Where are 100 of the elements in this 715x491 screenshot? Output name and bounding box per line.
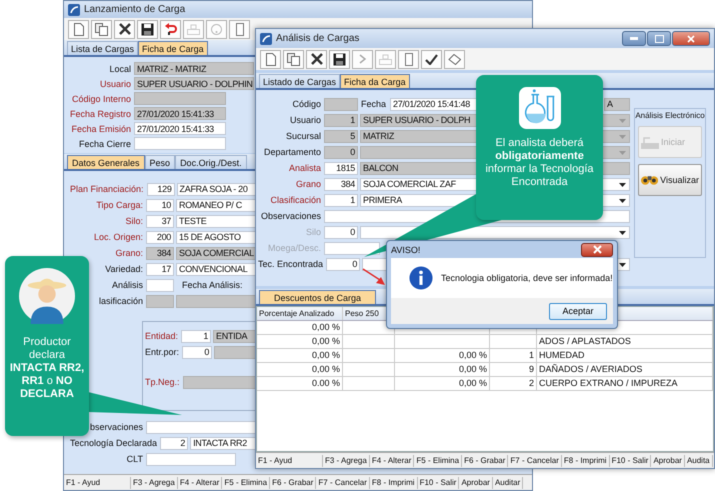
close-icon xyxy=(687,34,695,42)
input-field[interactable]: 5 xyxy=(324,130,358,142)
input-field[interactable]: 17 xyxy=(146,262,174,276)
input-field[interactable]: 0 xyxy=(324,146,358,158)
input-field[interactable]: 2 xyxy=(160,436,188,450)
toolbar-button[interactable] xyxy=(137,20,158,38)
page-icon xyxy=(74,22,84,36)
table-cell: ADOS / APLASTADOS xyxy=(537,335,713,348)
input-field[interactable] xyxy=(146,278,174,292)
status-item[interactable]: F6 - Grabar xyxy=(270,476,316,488)
field-label: bservaciones xyxy=(88,422,144,432)
copy-icon xyxy=(95,22,108,36)
table-cell: 0,00 % xyxy=(257,321,343,334)
status-item[interactable]: F1 - Ayud xyxy=(64,476,131,488)
input-field[interactable]: ENTIDA xyxy=(213,330,256,342)
input-field[interactable] xyxy=(134,137,226,150)
status-item[interactable]: F8 - Imprimi xyxy=(370,476,418,488)
input-field[interactable]: 384 xyxy=(324,178,358,190)
input-field[interactable]: 1 xyxy=(181,330,212,342)
toolbar-button[interactable] xyxy=(329,50,350,68)
input-field[interactable]: INTACTA RR2 xyxy=(190,436,256,450)
status-item[interactable]: F7 - Cancelar xyxy=(316,476,370,488)
close-button[interactable] xyxy=(581,242,613,256)
input-field[interactable]: 37 xyxy=(146,214,174,228)
input-field[interactable]: 10 xyxy=(146,198,174,212)
status-item[interactable]: F6 - Grabar xyxy=(462,454,508,466)
input-field[interactable] xyxy=(146,294,174,308)
input-field[interactable] xyxy=(146,452,236,466)
status-item[interactable]: F4 - Alterar xyxy=(178,476,222,488)
input-field[interactable]: 129 xyxy=(146,182,175,196)
field-label: Código xyxy=(291,99,322,109)
delete-icon xyxy=(310,53,322,65)
status-item[interactable]: Aprobar xyxy=(651,454,685,466)
input-field[interactable] xyxy=(182,376,256,388)
input-field[interactable]: 27/01/2020 15:41:33 xyxy=(134,107,226,120)
field-label: Silo: xyxy=(124,216,144,226)
table-cell: 0,00 % xyxy=(257,335,343,348)
input-field[interactable]: 384 xyxy=(146,246,174,260)
input-field[interactable]: 27/01/2020 15:41:33 xyxy=(134,122,226,135)
tab[interactable]: Doc.Orig./Dest. xyxy=(175,155,247,169)
field-label: CLT xyxy=(126,454,144,464)
tab[interactable]: Descuentos de Carga xyxy=(259,290,376,304)
status-item[interactable]: Aprobar xyxy=(459,476,493,488)
tray-icon xyxy=(379,54,392,64)
minimize-button[interactable] xyxy=(622,31,646,46)
status-item[interactable]: F3 - Agrega xyxy=(323,454,370,466)
binoculars-icon xyxy=(641,175,658,185)
status-item[interactable]: F4 - Alterar xyxy=(370,454,414,466)
toolbar-button[interactable] xyxy=(421,50,442,68)
toolbar-button[interactable] xyxy=(114,20,135,38)
input-field[interactable]: TESTE xyxy=(176,214,256,228)
undo-icon xyxy=(164,22,177,36)
input-field[interactable]: 1 xyxy=(324,114,358,126)
status-item[interactable]: F1 - Ayud xyxy=(256,454,323,466)
tab[interactable]: Peso xyxy=(144,155,176,169)
input-field[interactable]: 0 xyxy=(326,258,360,270)
status-item[interactable]: Auditar xyxy=(492,476,524,488)
toolbar-button[interactable] xyxy=(306,50,327,68)
person-silhouette-icon xyxy=(19,268,75,324)
action-button[interactable]: Visualizar xyxy=(638,164,702,196)
window-title: Lanzamiento de Carga xyxy=(84,4,186,15)
input-field[interactable]: 15 DE AGOSTO xyxy=(176,230,256,244)
tab[interactable]: Ficha de Carga xyxy=(138,41,208,55)
status-item[interactable]: F8 - Imprimi xyxy=(562,454,610,466)
input-field[interactable]: SUPER USUARIO - DOLPHIN xyxy=(134,77,254,90)
input-field[interactable]: A xyxy=(604,98,630,110)
input-field[interactable]: CONVENCIONAL xyxy=(176,262,256,276)
input-field[interactable]: 1 xyxy=(324,194,358,206)
table-cell: 9 xyxy=(490,363,537,376)
input-field[interactable] xyxy=(134,92,226,105)
input-field[interactable] xyxy=(176,294,256,308)
status-item[interactable]: F5 - Elimina xyxy=(414,454,462,466)
status-item[interactable]: Audita xyxy=(684,454,713,466)
input-field[interactable]: SOJA COMERCIAL xyxy=(176,246,256,260)
tab[interactable]: Datos Generales xyxy=(67,155,145,169)
status-item[interactable]: F5 - Elimina xyxy=(222,476,270,488)
input-field[interactable]: 1815 xyxy=(324,162,358,174)
field-label: Tp.Neg.: xyxy=(145,377,181,387)
input-field[interactable]: MATRIZ - MATRIZ xyxy=(134,62,254,75)
status-item[interactable]: F7 - Cancelar xyxy=(508,454,562,466)
maximize-button[interactable] xyxy=(647,31,671,46)
accept-button[interactable]: Aceptar xyxy=(549,302,607,320)
table-cell: DAÑADOS / AVERIADOS xyxy=(537,363,713,376)
input-field[interactable] xyxy=(214,346,256,358)
input-field[interactable]: ROMANEO P/ C xyxy=(176,198,256,212)
input-field[interactable]: 0 xyxy=(182,346,212,358)
close-button[interactable] xyxy=(672,31,710,46)
tab[interactable]: Ficha da Carga xyxy=(340,74,410,88)
status-item[interactable]: F10 - Salir xyxy=(418,476,460,488)
status-item[interactable]: F10 - Salir xyxy=(610,454,652,466)
input-field[interactable]: ZAFRA SOJA - 20 xyxy=(176,182,256,196)
input-field[interactable] xyxy=(324,98,358,110)
group-title: Análisis Electrónico xyxy=(635,111,705,120)
field-label: Moega/Desc. xyxy=(266,243,322,253)
field-label: Fecha Análisis: xyxy=(182,280,243,290)
status-item[interactable]: F3 - Agrega xyxy=(131,476,178,488)
field-label: Fecha xyxy=(361,99,386,109)
field-label: Observaciones xyxy=(260,211,322,221)
input-field[interactable] xyxy=(146,420,256,434)
input-field[interactable]: 200 xyxy=(146,230,174,244)
